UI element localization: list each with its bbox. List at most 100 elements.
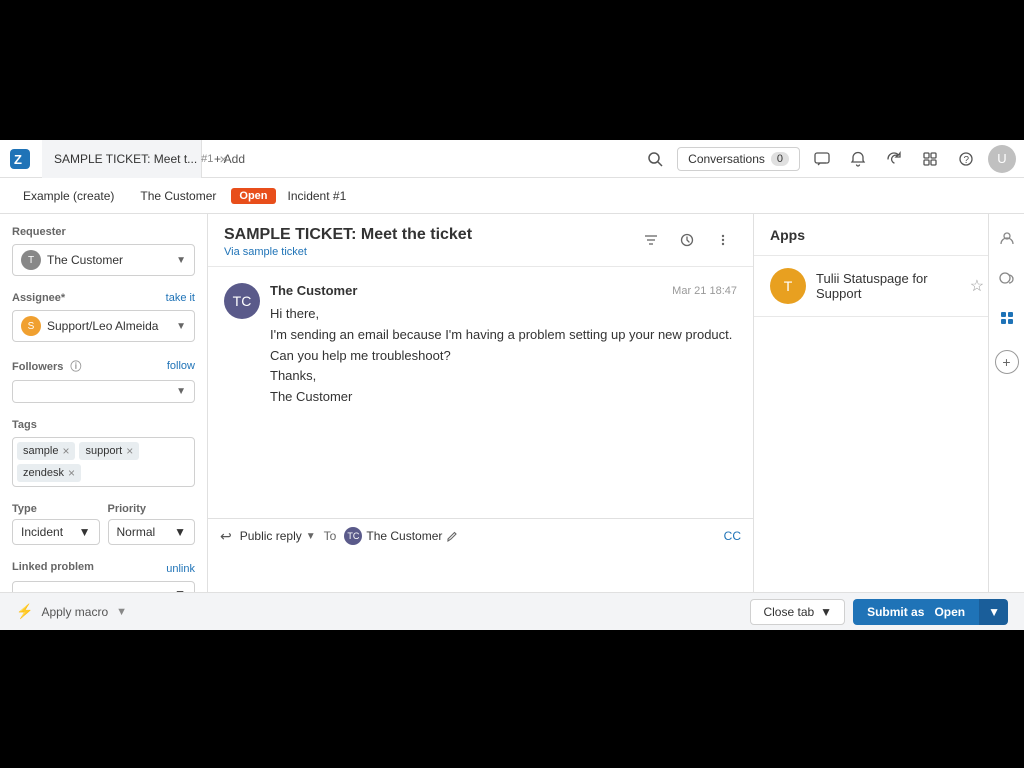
requester-chevron-icon: ▼ xyxy=(176,255,186,266)
tag-sample: sample × xyxy=(17,442,75,460)
svg-text:?: ? xyxy=(964,155,970,166)
filter-icon-button[interactable] xyxy=(637,226,665,254)
apps-grid-icon xyxy=(999,310,1015,326)
apply-macro-label[interactable]: Apply macro xyxy=(41,605,108,619)
tag-sample-remove[interactable]: × xyxy=(62,444,69,458)
submit-dropdown-button[interactable]: ▼ xyxy=(979,599,1008,625)
help-button[interactable]: ? xyxy=(952,145,980,173)
submit-label: Submit as xyxy=(867,605,924,619)
type-col: Type Incident ▼ xyxy=(12,503,100,545)
message-content: The Customer Mar 21 18:47 Hi there, I'm … xyxy=(270,283,737,408)
profile-icon-button[interactable] xyxy=(991,222,1023,254)
refresh-icon xyxy=(886,151,902,167)
chat-icon xyxy=(814,151,830,167)
filter-icon xyxy=(644,233,658,247)
top-bar-left: Z SAMPLE TICKET: Meet t... #1 × + Add xyxy=(8,140,641,178)
unlink-button[interactable]: unlink xyxy=(166,563,195,575)
more-options-button[interactable] xyxy=(709,226,737,254)
message-time: Mar 21 18:47 xyxy=(672,285,737,297)
priority-select[interactable]: Normal ▼ xyxy=(108,519,196,545)
breadcrumb-incident: Incident #1 xyxy=(280,185,355,207)
msg-line-3: Thanks, xyxy=(270,366,737,387)
reply-type-button[interactable]: Public reply ▼ xyxy=(240,529,316,543)
type-priority-section: Type Incident ▼ Priority Normal ▼ xyxy=(12,503,195,545)
tab-title: SAMPLE TICKET: Meet t... xyxy=(54,152,197,166)
priority-chevron-icon: ▼ xyxy=(174,525,186,539)
tag-support-remove[interactable]: × xyxy=(126,444,133,458)
take-it-link[interactable]: take it xyxy=(166,292,195,304)
add-app-button[interactable]: + xyxy=(995,350,1019,374)
message-author: The Customer xyxy=(270,283,357,298)
type-select[interactable]: Incident ▼ xyxy=(12,519,100,545)
apps-title: Apps xyxy=(770,227,805,243)
add-tab-label: + Add xyxy=(214,152,245,166)
tulii-star-button[interactable]: ☆ xyxy=(970,276,984,296)
reply-to-user-name: The Customer xyxy=(366,529,442,543)
followers-select[interactable]: ▼ xyxy=(12,380,195,403)
type-label: Type xyxy=(12,503,100,515)
tags-container[interactable]: sample × support × zendesk × xyxy=(12,437,195,487)
submit-button[interactable]: Submit as Open xyxy=(853,599,979,625)
conversation-icon xyxy=(999,270,1015,286)
macro-chevron-icon[interactable]: ▼ xyxy=(116,606,127,618)
grid-button[interactable] xyxy=(916,145,944,173)
requester-label: Requester xyxy=(12,226,195,238)
close-tab-chevron-icon: ▼ xyxy=(820,605,832,619)
cc-button[interactable]: CC xyxy=(724,529,741,543)
status-badge: Open xyxy=(231,188,275,204)
breadcrumb-bar: Example (create) The Customer Open Incid… xyxy=(0,178,1024,214)
conversations-button[interactable]: Conversations 0 xyxy=(677,147,800,171)
reply-to-label: To xyxy=(324,529,337,543)
current-tab[interactable]: SAMPLE TICKET: Meet t... #1 × xyxy=(42,140,202,178)
message-header: The Customer Mar 21 18:47 xyxy=(270,283,737,298)
tag-zendesk-remove[interactable]: × xyxy=(68,466,75,480)
app-logo: Z xyxy=(8,147,32,171)
app-card-tulii: T Tulii Statuspage for Support ☆ ▼ xyxy=(754,256,1024,317)
assignee-select[interactable]: S Support/Leo Almeida ▼ xyxy=(12,310,195,342)
assignee-section: Assignee* take it S Support/Leo Almeida … xyxy=(12,292,195,342)
ticket-subtitle[interactable]: Via sample ticket xyxy=(224,246,472,258)
submit-group: Submit as Open ▼ xyxy=(853,599,1008,625)
search-icon xyxy=(647,151,663,167)
bottom-bar: ⚡ Apply macro ▼ Close tab ▼ Submit as Op… xyxy=(0,592,1024,630)
message-item: TC The Customer Mar 21 18:47 Hi there, I… xyxy=(224,283,737,408)
message-thread: TC The Customer Mar 21 18:47 Hi there, I… xyxy=(208,267,753,518)
assignee-chevron-icon: ▼ xyxy=(176,321,186,332)
close-tab-button[interactable]: Close tab ▼ xyxy=(750,599,845,625)
apply-macro-section: ⚡ Apply macro ▼ xyxy=(0,603,143,620)
reply-type-chevron-icon: ▼ xyxy=(306,531,316,542)
search-button[interactable] xyxy=(641,145,669,173)
requester-select[interactable]: T The Customer ▼ xyxy=(12,244,195,276)
conversation-icon-button[interactable] xyxy=(991,262,1023,294)
conversations-label: Conversations xyxy=(688,152,765,166)
history-icon xyxy=(680,233,694,247)
refresh-button[interactable] xyxy=(880,145,908,173)
requester-user: T The Customer xyxy=(21,250,123,270)
history-icon-button[interactable] xyxy=(673,226,701,254)
apps-icon-button[interactable] xyxy=(991,302,1023,334)
follow-link[interactable]: follow xyxy=(167,360,195,372)
help-icon: ? xyxy=(958,151,974,167)
right-sidebar: Apps ↻ T Tulii Statuspage for Support ☆ … xyxy=(754,214,1024,630)
right-icon-strip: + xyxy=(988,214,1024,630)
bell-button[interactable] xyxy=(844,145,872,173)
reply-header: ↩ Public reply ▼ To TC The Customer CC xyxy=(220,527,741,545)
message-avatar: TC xyxy=(224,283,260,319)
close-tab-label: Close tab xyxy=(763,605,814,619)
breadcrumb-customer[interactable]: The Customer xyxy=(129,184,227,208)
top-bar: Z SAMPLE TICKET: Meet t... #1 × + Add Co… xyxy=(0,140,1024,178)
assignee-label: Assignee* take it xyxy=(12,292,195,304)
profile-icon xyxy=(999,230,1015,246)
tags-section: Tags sample × support × zendesk × xyxy=(12,419,195,487)
breadcrumb-example[interactable]: Example (create) xyxy=(12,184,125,208)
assignee-user: S Support/Leo Almeida xyxy=(21,316,158,336)
chat-button[interactable] xyxy=(808,145,836,173)
user-avatar[interactable]: U xyxy=(988,145,1016,173)
edit-icon xyxy=(446,530,458,542)
type-chevron-icon: ▼ xyxy=(79,525,91,539)
tag-zendesk: zendesk × xyxy=(17,464,81,482)
top-bar-right: Conversations 0 xyxy=(641,145,1016,173)
reply-to-user: TC The Customer xyxy=(344,527,458,545)
add-tab-button[interactable]: + Add xyxy=(202,140,257,178)
message-body: Hi there, I'm sending an email because I… xyxy=(270,304,737,408)
